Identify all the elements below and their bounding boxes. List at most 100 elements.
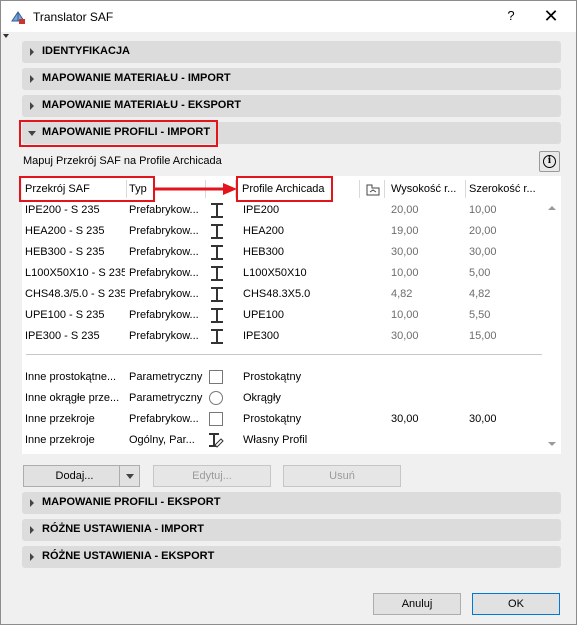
highlight-box bbox=[236, 176, 333, 202]
cell-saf: IPE300 - S 235 bbox=[25, 330, 100, 342]
table-row[interactable]: HEB300 - S 235 Prefabrykow... HEB300 30,… bbox=[22, 242, 542, 263]
cell-height: 10,00 bbox=[391, 267, 419, 279]
cell-profile: CHS48.3X5.0 bbox=[243, 288, 311, 300]
help-button[interactable]: ? bbox=[499, 5, 523, 27]
cell-width: 30,00 bbox=[469, 246, 497, 258]
panel-description: Mapuj Przekrój SAF na Profile Archicada bbox=[23, 155, 222, 167]
cell-width: 30,00 bbox=[469, 413, 497, 425]
cell-profile: Okrągły bbox=[243, 392, 281, 404]
cell-profile: L100X50X10 bbox=[243, 267, 307, 279]
cell-type: Prefabrykow... bbox=[129, 309, 199, 321]
section-label: MAPOWANIE MATERIAŁU - EKSPORT bbox=[42, 99, 242, 111]
cell-type: Ogólny, Par... bbox=[129, 434, 195, 446]
cell-height: 20,00 bbox=[391, 204, 419, 216]
cell-saf: CHS48.3/5.0 - S 235 bbox=[25, 288, 125, 300]
window-title: Translator SAF bbox=[33, 10, 114, 24]
rectangle-icon bbox=[209, 412, 223, 426]
table-row[interactable]: Inne przekroje Ogólny, Par... Własny Pro… bbox=[22, 430, 542, 451]
custom-profile-icon bbox=[209, 433, 224, 448]
grip-icon bbox=[3, 34, 9, 38]
highlight-box bbox=[19, 120, 218, 147]
cell-type: Parametryczny bbox=[129, 392, 203, 404]
cell-saf: Inne okrągłe prze... bbox=[25, 392, 120, 404]
table-row[interactable]: IPE300 - S 235 Prefabrykow... IPE300 30,… bbox=[22, 326, 542, 347]
add-dropdown[interactable] bbox=[119, 466, 141, 486]
cell-height: 30,00 bbox=[391, 413, 419, 425]
column-header-height[interactable]: Wysokość r... bbox=[388, 180, 466, 198]
table-row[interactable]: UPE100 - S 235 Prefabrykow... UPE100 10,… bbox=[22, 305, 542, 326]
cell-saf: Inne przekroje bbox=[25, 413, 95, 425]
highlight-box bbox=[19, 176, 155, 202]
scroll-down-icon[interactable] bbox=[548, 442, 556, 446]
cell-profile: Prostokątny bbox=[243, 371, 302, 383]
edit-button[interactable]: Edytuj... bbox=[153, 465, 271, 487]
chevron-right-icon bbox=[30, 553, 34, 561]
cell-width: 15,00 bbox=[469, 330, 497, 342]
section-profile-export[interactable]: MAPOWANIE PROFILI - EKSPORT bbox=[22, 492, 561, 514]
cell-type: Prefabrykow... bbox=[129, 225, 199, 237]
cell-profile: IPE200 bbox=[243, 204, 280, 216]
close-button[interactable]: ✕ bbox=[539, 5, 563, 27]
dialog-window: Translator SAF ? ✕ IDENTYFIKACJA MAPOWAN… bbox=[0, 0, 577, 625]
remove-button[interactable]: Usuń bbox=[283, 465, 401, 487]
cell-width: 4,82 bbox=[469, 288, 491, 300]
table-row[interactable]: Inne przekroje Prefabrykow... Prostokątn… bbox=[22, 409, 542, 430]
cell-profile: UPE100 bbox=[243, 309, 284, 321]
table-row[interactable]: HEA200 - S 235 Prefabrykow... HEA200 19,… bbox=[22, 221, 542, 242]
cell-saf: HEA200 - S 235 bbox=[25, 225, 105, 237]
cell-profile: HEB300 bbox=[243, 246, 284, 258]
section-identyfikacja[interactable]: IDENTYFIKACJA bbox=[22, 41, 561, 63]
title-bar: Translator SAF ? ✕ bbox=[1, 1, 576, 32]
table-row[interactable]: Inne prostokątne... Parametryczny Prosto… bbox=[22, 367, 542, 388]
cell-width: 5,50 bbox=[469, 309, 491, 321]
cell-profile: Własny Profil bbox=[243, 434, 308, 446]
cancel-button[interactable]: Anuluj bbox=[373, 593, 461, 615]
table-row[interactable]: L100X50X10 - S 235 Prefabrykow... L100X5… bbox=[22, 263, 542, 284]
rectangle-icon bbox=[209, 370, 223, 384]
section-label: RÓŻNE USTAWIENIA - IMPORT bbox=[42, 523, 204, 535]
cell-width: 5,00 bbox=[469, 267, 491, 279]
circle-icon bbox=[209, 391, 223, 405]
section-misc-import[interactable]: RÓŻNE USTAWIENIA - IMPORT bbox=[22, 519, 561, 541]
cell-saf: Inne prostokątne... bbox=[25, 371, 117, 383]
column-header-width[interactable]: Szerokość r... bbox=[466, 180, 544, 198]
cell-width: 20,00 bbox=[469, 225, 497, 237]
ibeam-icon bbox=[211, 329, 223, 344]
scroll-up-icon[interactable] bbox=[548, 206, 556, 210]
cell-height: 19,00 bbox=[391, 225, 419, 237]
info-button[interactable]: i bbox=[539, 151, 560, 172]
section-material-import[interactable]: MAPOWANIE MATERIAŁU - IMPORT bbox=[22, 68, 561, 90]
section-label: MAPOWANIE PROFILI - EKSPORT bbox=[42, 496, 221, 508]
cell-profile: IPE300 bbox=[243, 330, 280, 342]
section-label: MAPOWANIE MATERIAŁU - IMPORT bbox=[42, 72, 231, 84]
section-material-export[interactable]: MAPOWANIE MATERIAŁU - EKSPORT bbox=[22, 95, 561, 117]
cell-saf: UPE100 - S 235 bbox=[25, 309, 105, 321]
add-button[interactable]: Dodaj... bbox=[23, 465, 140, 487]
cell-type: Parametryczny bbox=[129, 371, 203, 383]
chevron-down-icon bbox=[126, 474, 134, 479]
cell-height: 4,82 bbox=[391, 288, 413, 300]
cell-type: Prefabrykow... bbox=[129, 246, 199, 258]
cell-saf: IPE200 - S 235 bbox=[25, 204, 100, 216]
table-divider bbox=[26, 354, 542, 355]
cell-height: 10,00 bbox=[391, 309, 419, 321]
chevron-right-icon bbox=[30, 526, 34, 534]
column-separator bbox=[359, 180, 360, 198]
chevron-right-icon bbox=[30, 48, 34, 56]
table-row[interactable]: IPE200 - S 235 Prefabrykow... IPE200 20,… bbox=[22, 200, 542, 221]
cell-saf: L100X50X10 - S 235 bbox=[25, 267, 125, 279]
ok-button[interactable]: OK bbox=[472, 593, 560, 615]
cell-type: Prefabrykow... bbox=[129, 330, 199, 342]
cell-height: 30,00 bbox=[391, 330, 419, 342]
cell-type: Prefabrykow... bbox=[129, 204, 199, 216]
table-row[interactable]: Inne okrągłe prze... Parametryczny Okrąg… bbox=[22, 388, 542, 409]
table-row[interactable]: CHS48.3/5.0 - S 235 Prefabrykow... CHS48… bbox=[22, 284, 542, 305]
info-icon: i bbox=[543, 155, 556, 168]
section-misc-export[interactable]: RÓŻNE USTAWIENIA - EKSPORT bbox=[22, 546, 561, 568]
add-button-label: Dodaj... bbox=[55, 470, 94, 482]
cell-saf: Inne przekroje bbox=[25, 434, 95, 446]
cell-profile: HEA200 bbox=[243, 225, 284, 237]
app-icon bbox=[11, 11, 25, 24]
ibeam-icon bbox=[211, 308, 223, 323]
ibeam-icon bbox=[211, 245, 223, 260]
